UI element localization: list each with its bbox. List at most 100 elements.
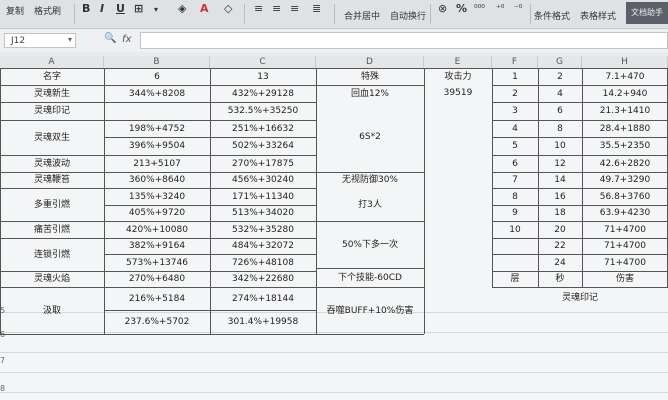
- percent-button[interactable]: %: [456, 2, 467, 15]
- column-header-c[interactable]: C: [210, 56, 316, 68]
- footer-seconds: 秒: [555, 274, 565, 284]
- column-header-e[interactable]: E: [424, 56, 492, 68]
- value-level-13: 342%+22680: [232, 274, 294, 284]
- layer-cell: 3: [512, 106, 518, 116]
- damage-cell: 7.1+470: [605, 71, 645, 82]
- damage-cell: 71+4700: [604, 241, 646, 251]
- seconds-cell: 18: [554, 208, 566, 218]
- value-level-13: 171%+11340: [232, 191, 294, 202]
- layer-cell: 4: [512, 123, 518, 134]
- column-header-g[interactable]: G: [538, 56, 582, 68]
- doc-assistant-button[interactable]: 文档助手: [626, 2, 668, 24]
- table-style-button[interactable]: 表格样式: [580, 9, 616, 22]
- decrease-decimal-icon[interactable]: ⁻⁰: [514, 4, 522, 14]
- value-level-13: 484%+32072: [232, 241, 294, 251]
- wrap-text-button[interactable]: 自动换行: [390, 9, 426, 22]
- toolbar-divider: [530, 4, 531, 24]
- borders-icon[interactable]: ⊞: [134, 2, 143, 15]
- damage-cell: 14.2+940: [602, 88, 648, 99]
- value-level-6: 344%+8208: [128, 88, 186, 99]
- header-name: 名字: [42, 71, 61, 82]
- damage-cell: 21.3+1410: [599, 106, 651, 116]
- value-level-6: 198%+4752: [128, 123, 186, 134]
- value-level-6: 382%+9164: [128, 241, 186, 251]
- skill-name: 灵魂新生: [33, 88, 70, 99]
- damage-cell: 49.7+3290: [599, 175, 651, 185]
- layer-cell: 6: [512, 158, 518, 169]
- value-level-6: 573%+13746: [126, 257, 188, 268]
- seconds-cell: 16: [554, 191, 566, 202]
- formula-input[interactable]: [140, 32, 668, 49]
- seconds-cell: 24: [554, 257, 566, 268]
- italic-button[interactable]: I: [100, 2, 104, 15]
- column-header-h[interactable]: H: [582, 56, 668, 68]
- format-painter-button[interactable]: 格式刷: [34, 4, 61, 17]
- align-left-icon[interactable]: ≣: [312, 2, 321, 15]
- clear-format-icon[interactable]: ◇: [224, 2, 232, 15]
- special-note: 6S*2: [359, 132, 381, 142]
- ribbon-toolbar: 复制 格式刷 B I U ⊞ ▾ ◈ A ◇ ≡ ≡ ≡ ≣ 合并居中 自动换行…: [0, 0, 668, 29]
- align-bottom-icon[interactable]: ≡: [290, 2, 299, 15]
- row-number[interactable]: 7: [0, 356, 5, 365]
- layer-cell: 9: [512, 208, 518, 218]
- column-header-b[interactable]: B: [104, 56, 210, 68]
- damage-cell: 28.4+1880: [599, 123, 651, 134]
- name-box[interactable]: J12: [4, 33, 76, 48]
- layer-cell: 7: [512, 175, 518, 185]
- fill-color-icon[interactable]: ◈: [178, 2, 186, 15]
- special-note: 下个技能-60CD: [338, 272, 402, 283]
- damage-cell: 63.9+4230: [599, 208, 651, 218]
- value-level-13: 532%+35280: [232, 224, 294, 235]
- layer-cell: 1: [512, 71, 518, 82]
- damage-cell: 71+4700: [604, 224, 646, 235]
- align-middle-icon[interactable]: ≡: [272, 2, 281, 15]
- layer-cell: 2: [512, 88, 518, 99]
- value-level-6: 213+5107: [133, 158, 181, 169]
- seconds-cell: 22: [554, 241, 566, 251]
- align-top-icon[interactable]: ≡: [254, 2, 263, 15]
- damage-cell: 42.6+2820: [599, 158, 651, 169]
- name-box-dropdown-icon[interactable]: ▾: [68, 35, 72, 44]
- underline-button[interactable]: U: [116, 2, 125, 15]
- fx-icon[interactable]: fx: [122, 34, 131, 45]
- column-header-f[interactable]: F: [492, 56, 538, 68]
- row-number[interactable]: 8: [0, 384, 5, 393]
- damage-cell: 56.8+3760: [599, 191, 651, 202]
- conditional-format-button[interactable]: 条件格式: [534, 9, 570, 22]
- seconds-cell: 12: [554, 158, 566, 169]
- bold-button[interactable]: B: [82, 2, 90, 15]
- zoom-icon[interactable]: 🔍: [104, 33, 116, 44]
- currency-icon[interactable]: ⊗: [438, 2, 447, 15]
- special-note: 打3人: [358, 199, 382, 210]
- toolbar-divider: [74, 4, 75, 24]
- seconds-cell: 20: [554, 224, 566, 235]
- value-level-13: 726%+48108: [232, 257, 294, 268]
- table-caption: 灵魂印记: [561, 292, 598, 303]
- copy-button[interactable]: 复制: [6, 4, 24, 17]
- footer-damage: 伤害: [615, 274, 634, 284]
- skill-name: 灵魂印记: [33, 106, 70, 116]
- seconds-cell: 8: [557, 123, 563, 134]
- special-note: 吞噬BUFF+10%伤害: [326, 305, 414, 316]
- header-attack: 攻击力: [444, 71, 472, 82]
- borders-dropdown-icon[interactable]: ▾: [154, 5, 158, 14]
- spreadsheet-grid[interactable]: 5 6 7 8 名字 6 13 特殊 攻击力 39519 灵魂新生 灵魂印记 灵: [0, 68, 668, 400]
- header-special: 特殊: [360, 71, 379, 82]
- increase-decimal-icon[interactable]: ⁺⁰: [496, 4, 504, 14]
- merge-center-button[interactable]: 合并居中: [344, 9, 380, 22]
- seconds-cell: 6: [557, 106, 563, 116]
- value-level-13: 270%+17875: [232, 158, 294, 169]
- font-color-button[interactable]: A: [200, 2, 209, 15]
- column-header-a[interactable]: A: [0, 56, 104, 68]
- value-level-13: 432%+29128: [232, 88, 294, 99]
- layer-cell: 8: [512, 191, 518, 202]
- header-level-6: 6: [154, 71, 160, 82]
- skill-name: 灵魂双生: [33, 132, 70, 143]
- special-note: 50%下多一次: [341, 239, 398, 250]
- column-header-d[interactable]: D: [316, 56, 424, 68]
- skill-name: 连锁引燃: [33, 249, 70, 260]
- value-level-13: 513%+34020: [232, 208, 294, 218]
- thousands-icon[interactable]: ⁰⁰⁰: [474, 4, 485, 14]
- skill-name: 灵魂火焰: [33, 274, 70, 284]
- layer-cell: [492, 255, 538, 271]
